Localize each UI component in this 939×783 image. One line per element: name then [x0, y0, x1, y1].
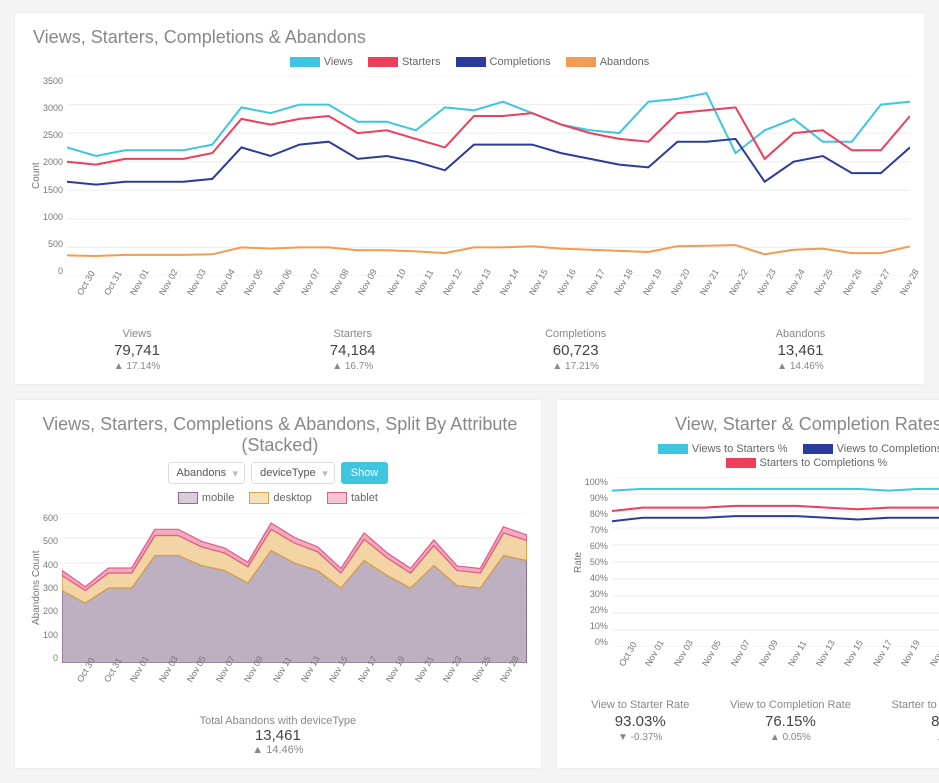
chart3-legend: Views to Starters % Views to Completions…: [571, 441, 939, 477]
chart3-totals: View to Starter Rate 93.03% ▼ -0.37% Vie…: [571, 699, 939, 743]
rate-view-completion: View to Completion Rate 76.15% ▲ 0.05%: [730, 699, 851, 743]
legend-item[interactable]: desktop: [249, 492, 312, 504]
chart1-yaxis: 3500300025002000150010005000: [43, 76, 67, 276]
chart3-xaxis: Oct 30Nov 01Nov 03Nov 05Nov 07Nov 09Nov …: [617, 649, 939, 673]
chart2-yaxis: 6005004003002001000: [43, 513, 62, 663]
legend-item[interactable]: Abandons: [566, 56, 650, 68]
chart2-total: Total Abandons with deviceType 13,461 ▲ …: [29, 715, 527, 756]
chart1-totals: Views 79,741 ▲ 17.14% Starters 74,184 ▲ …: [29, 328, 910, 372]
card-split-by-attribute: Views, Starters, Completions & Abandons,…: [14, 399, 542, 769]
rate-view-starter: View to Starter Rate 93.03% ▼ -0.37%: [591, 699, 689, 743]
legend-item[interactable]: Completions: [456, 56, 551, 68]
chart2-xaxis: Oct 30Oct 31Nov 01Nov 03Nov 05Nov 07Nov …: [75, 665, 527, 689]
chart2-plot[interactable]: [62, 513, 527, 663]
select-attribute[interactable]: deviceType: [251, 462, 335, 484]
chart2-title: Views, Starters, Completions & Abandons,…: [33, 414, 527, 456]
legend-item[interactable]: Views: [290, 56, 353, 68]
chart1-legend: Views Starters Completions Abandons: [29, 54, 910, 76]
legend-item[interactable]: Views to Starters %: [658, 443, 788, 455]
total-completions: Completions 60,723 ▲ 17.21%: [545, 328, 606, 372]
legend-item[interactable]: Starters: [368, 56, 441, 68]
total-abandons: Abandons 13,461 ▲ 14.46%: [776, 328, 826, 372]
chart1-xaxis: Oct 30Oct 31Nov 01Nov 02Nov 03Nov 04Nov …: [75, 278, 910, 302]
card-main-counts: Views, Starters, Completions & Abandons …: [14, 12, 925, 385]
legend-item[interactable]: Starters to Completions %: [726, 457, 888, 469]
chart2-controls: Abandons deviceType Show: [29, 462, 527, 484]
chart2-ylabel: Abandons Count: [29, 513, 43, 663]
chart1-title: Views, Starters, Completions & Abandons: [33, 27, 910, 48]
select-metric[interactable]: Abandons: [168, 462, 246, 484]
legend-item[interactable]: Views to Completions %: [803, 443, 939, 455]
chart1-ylabel: Count: [29, 76, 43, 276]
legend-item[interactable]: tablet: [327, 492, 378, 504]
total-views: Views 79,741 ▲ 17.14%: [114, 328, 161, 372]
chart3-title: View, Starter & Completion Rates: [575, 414, 939, 435]
chart3-plot[interactable]: [612, 477, 939, 647]
rate-starter-completion: Starter to Completion Rate 81.85% ▲ 0.43…: [892, 699, 939, 743]
chart2-legend: mobile desktop tablet: [29, 490, 527, 513]
chart1-plot[interactable]: [67, 76, 910, 276]
show-button[interactable]: Show: [341, 462, 389, 484]
card-rates: View, Starter & Completion Rates Views t…: [556, 399, 939, 769]
chart3-ylabel: Rate: [571, 477, 585, 647]
chart3-yaxis: 100%90%80%70%60%50%40%30%20%10%0%: [585, 477, 612, 647]
legend-item[interactable]: mobile: [178, 492, 234, 504]
total-starters: Starters 74,184 ▲ 16.7%: [330, 328, 376, 372]
